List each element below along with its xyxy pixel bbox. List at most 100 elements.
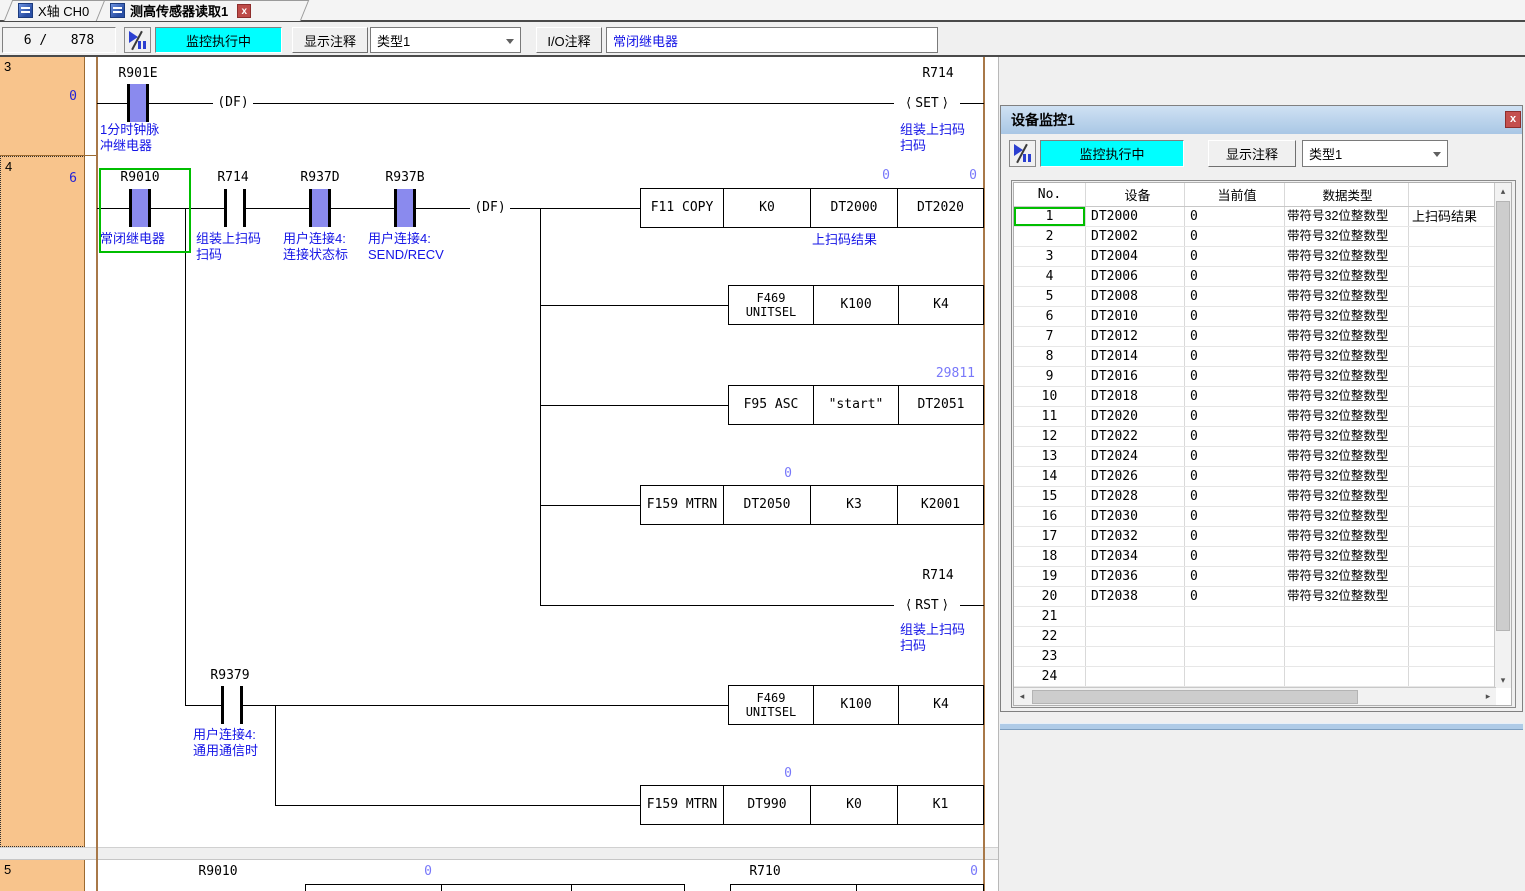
table-row[interactable]: 15DT20280带符号32位整数型	[1014, 487, 1511, 507]
monitor-cell-dtype[interactable]: 带符号32位整数型	[1284, 427, 1408, 446]
monitor-cell-device[interactable]	[1085, 627, 1184, 646]
monitor-cell-comment[interactable]	[1408, 527, 1494, 546]
monitor-cell-value[interactable]: 0	[1184, 307, 1284, 326]
monitor-cell-dtype[interactable]: 带符号32位整数型	[1284, 227, 1408, 246]
monitor-cell-value[interactable]: 0	[1184, 367, 1284, 386]
block-cell[interactable]: DT2020	[897, 189, 983, 227]
monitor-cell-device[interactable]: DT2000	[1085, 207, 1184, 226]
monitor-cell-value[interactable]: 0	[1184, 507, 1284, 526]
comment-type-select[interactable]: 类型1	[1302, 140, 1448, 167]
horizontal-scrollbar[interactable]: ◂ ▸	[1014, 687, 1496, 705]
monitor-cell-value[interactable]	[1184, 627, 1284, 646]
table-row[interactable]: 5DT20080带符号32位整数型	[1014, 287, 1511, 307]
monitor-cell-comment[interactable]	[1408, 487, 1494, 506]
instruction-block-partial[interactable]	[305, 884, 685, 891]
rung-margin-3[interactable]: 3 0	[0, 57, 85, 156]
monitor-cell-device[interactable]: DT2022	[1085, 427, 1184, 446]
monitor-cell-dtype[interactable]	[1284, 607, 1408, 626]
monitor-cell-device[interactable]	[1085, 667, 1184, 686]
monitor-run-toggle-button[interactable]	[124, 27, 151, 53]
monitor-cell-device[interactable]: DT2016	[1085, 367, 1184, 386]
monitor-cell-dtype[interactable]: 带符号32位整数型	[1284, 387, 1408, 406]
monitor-cell-value[interactable]: 0	[1184, 247, 1284, 266]
table-row[interactable]: 16DT20300带符号32位整数型	[1014, 507, 1511, 527]
monitor-cell-value[interactable]: 0	[1184, 487, 1284, 506]
block-cell[interactable]: DT2051	[898, 386, 983, 424]
scroll-down-icon[interactable]: ▾	[1495, 672, 1511, 688]
rung-margin-5[interactable]: 5	[0, 860, 85, 891]
close-icon[interactable]: x	[1505, 111, 1521, 128]
column-header-dtype[interactable]: 数据类型	[1284, 183, 1408, 206]
table-row[interactable]: 13DT20240带符号32位整数型	[1014, 447, 1511, 467]
table-row[interactable]: 2DT20020带符号32位整数型	[1014, 227, 1511, 247]
monitor-cell-no[interactable]: 1	[1014, 207, 1085, 226]
monitor-cell-comment[interactable]	[1408, 587, 1494, 606]
contact-closed-on[interactable]	[394, 189, 416, 227]
monitor-cell-dtype[interactable]: 带符号32位整数型	[1284, 247, 1408, 266]
monitor-cell-dtype[interactable]: 带符号32位整数型	[1284, 567, 1408, 586]
monitor-cell-comment[interactable]	[1408, 227, 1494, 246]
monitor-cell-device[interactable]: DT2036	[1085, 567, 1184, 586]
monitor-cell-comment[interactable]	[1408, 307, 1494, 326]
monitor-cell-value[interactable]: 0	[1184, 567, 1284, 586]
monitor-cell-dtype[interactable]: 带符号32位整数型	[1284, 447, 1408, 466]
monitor-cell-comment[interactable]	[1408, 447, 1494, 466]
block-cell[interactable]: F11 COPY	[641, 189, 723, 227]
monitor-cell-dtype[interactable]: 带符号32位整数型	[1284, 327, 1408, 346]
monitor-cell-dtype[interactable]: 带符号32位整数型	[1284, 347, 1408, 366]
instruction-block-f95-asc[interactable]: F95 ASC "start" DT2051	[728, 385, 984, 425]
monitor-cell-value[interactable]	[1184, 667, 1284, 686]
rung-margin-4[interactable]: 4 6	[0, 156, 85, 847]
monitor-table[interactable]: No. 设备 当前值 数据类型 1DT20000带符号32位整数型上扫码结果2D…	[1013, 182, 1512, 706]
set-coil[interactable]: SET	[894, 94, 960, 112]
block-cell[interactable]: DT2050	[723, 486, 810, 524]
block-cell[interactable]: K0	[810, 786, 897, 824]
monitor-cell-comment[interactable]	[1408, 547, 1494, 566]
monitor-cell-no[interactable]: 8	[1014, 347, 1085, 366]
monitor-cell-value[interactable]: 0	[1184, 207, 1284, 226]
monitor-cell-no[interactable]: 10	[1014, 387, 1085, 406]
monitor-cell-device[interactable]: DT2012	[1085, 327, 1184, 346]
monitor-cell-device[interactable]	[1085, 647, 1184, 666]
instruction-block-f11-copy[interactable]: F11 COPY K0 DT2000 DT2020	[640, 188, 984, 228]
monitor-cell-value[interactable]: 0	[1184, 527, 1284, 546]
monitor-cell-device[interactable]: DT2002	[1085, 227, 1184, 246]
column-header-no[interactable]: No.	[1014, 183, 1085, 206]
monitor-cell-device[interactable]: DT2030	[1085, 507, 1184, 526]
monitor-cell-no[interactable]: 3	[1014, 247, 1085, 266]
block-cell[interactable]: DT2000	[810, 189, 897, 227]
monitor-cell-comment[interactable]	[1408, 247, 1494, 266]
io-comment-button[interactable]: I/O注释	[536, 27, 602, 53]
monitor-cell-no[interactable]: 9	[1014, 367, 1085, 386]
df-instruction[interactable]: DF	[470, 199, 510, 217]
monitor-cell-dtype[interactable]	[1284, 627, 1408, 646]
monitor-cell-no[interactable]: 2	[1014, 227, 1085, 246]
block-cell[interactable]: K0	[723, 189, 810, 227]
monitor-cell-comment[interactable]	[1408, 567, 1494, 586]
scrollbar-thumb[interactable]	[1032, 690, 1358, 704]
block-cell[interactable]: F159 MTRN	[641, 786, 723, 824]
table-row[interactable]: 10DT20180带符号32位整数型	[1014, 387, 1511, 407]
monitor-cell-dtype[interactable]: 带符号32位整数型	[1284, 367, 1408, 386]
monitor-cell-comment[interactable]	[1408, 267, 1494, 286]
rst-coil[interactable]: RST	[894, 596, 960, 614]
monitor-cell-comment[interactable]	[1408, 367, 1494, 386]
monitor-cell-comment[interactable]	[1408, 427, 1494, 446]
monitor-cell-dtype[interactable]: 带符号32位整数型	[1284, 287, 1408, 306]
block-cell[interactable]: K4	[898, 286, 983, 324]
monitor-cell-no[interactable]: 12	[1014, 427, 1085, 446]
monitor-cell-dtype[interactable]: 带符号32位整数型	[1284, 307, 1408, 326]
table-row[interactable]: 23	[1014, 647, 1511, 667]
monitor-cell-no[interactable]: 24	[1014, 667, 1085, 686]
monitor-cell-comment[interactable]	[1408, 327, 1494, 346]
monitor-cell-device[interactable]: DT2006	[1085, 267, 1184, 286]
monitor-cell-value[interactable]: 0	[1184, 547, 1284, 566]
monitor-cell-value[interactable]: 0	[1184, 427, 1284, 446]
monitor-cell-comment[interactable]	[1408, 627, 1494, 646]
monitor-cell-dtype[interactable]: 带符号32位整数型	[1284, 547, 1408, 566]
contact-closed-on[interactable]	[309, 189, 331, 227]
monitor-cell-comment[interactable]	[1408, 647, 1494, 666]
table-row[interactable]: 9DT20160带符号32位整数型	[1014, 367, 1511, 387]
table-row[interactable]: 11DT20200带符号32位整数型	[1014, 407, 1511, 427]
device-monitor-panel[interactable]: 设备监控1 x 监控执行中 显示注释 类型1 No. 设备 当前值 数据类型	[1000, 105, 1523, 712]
